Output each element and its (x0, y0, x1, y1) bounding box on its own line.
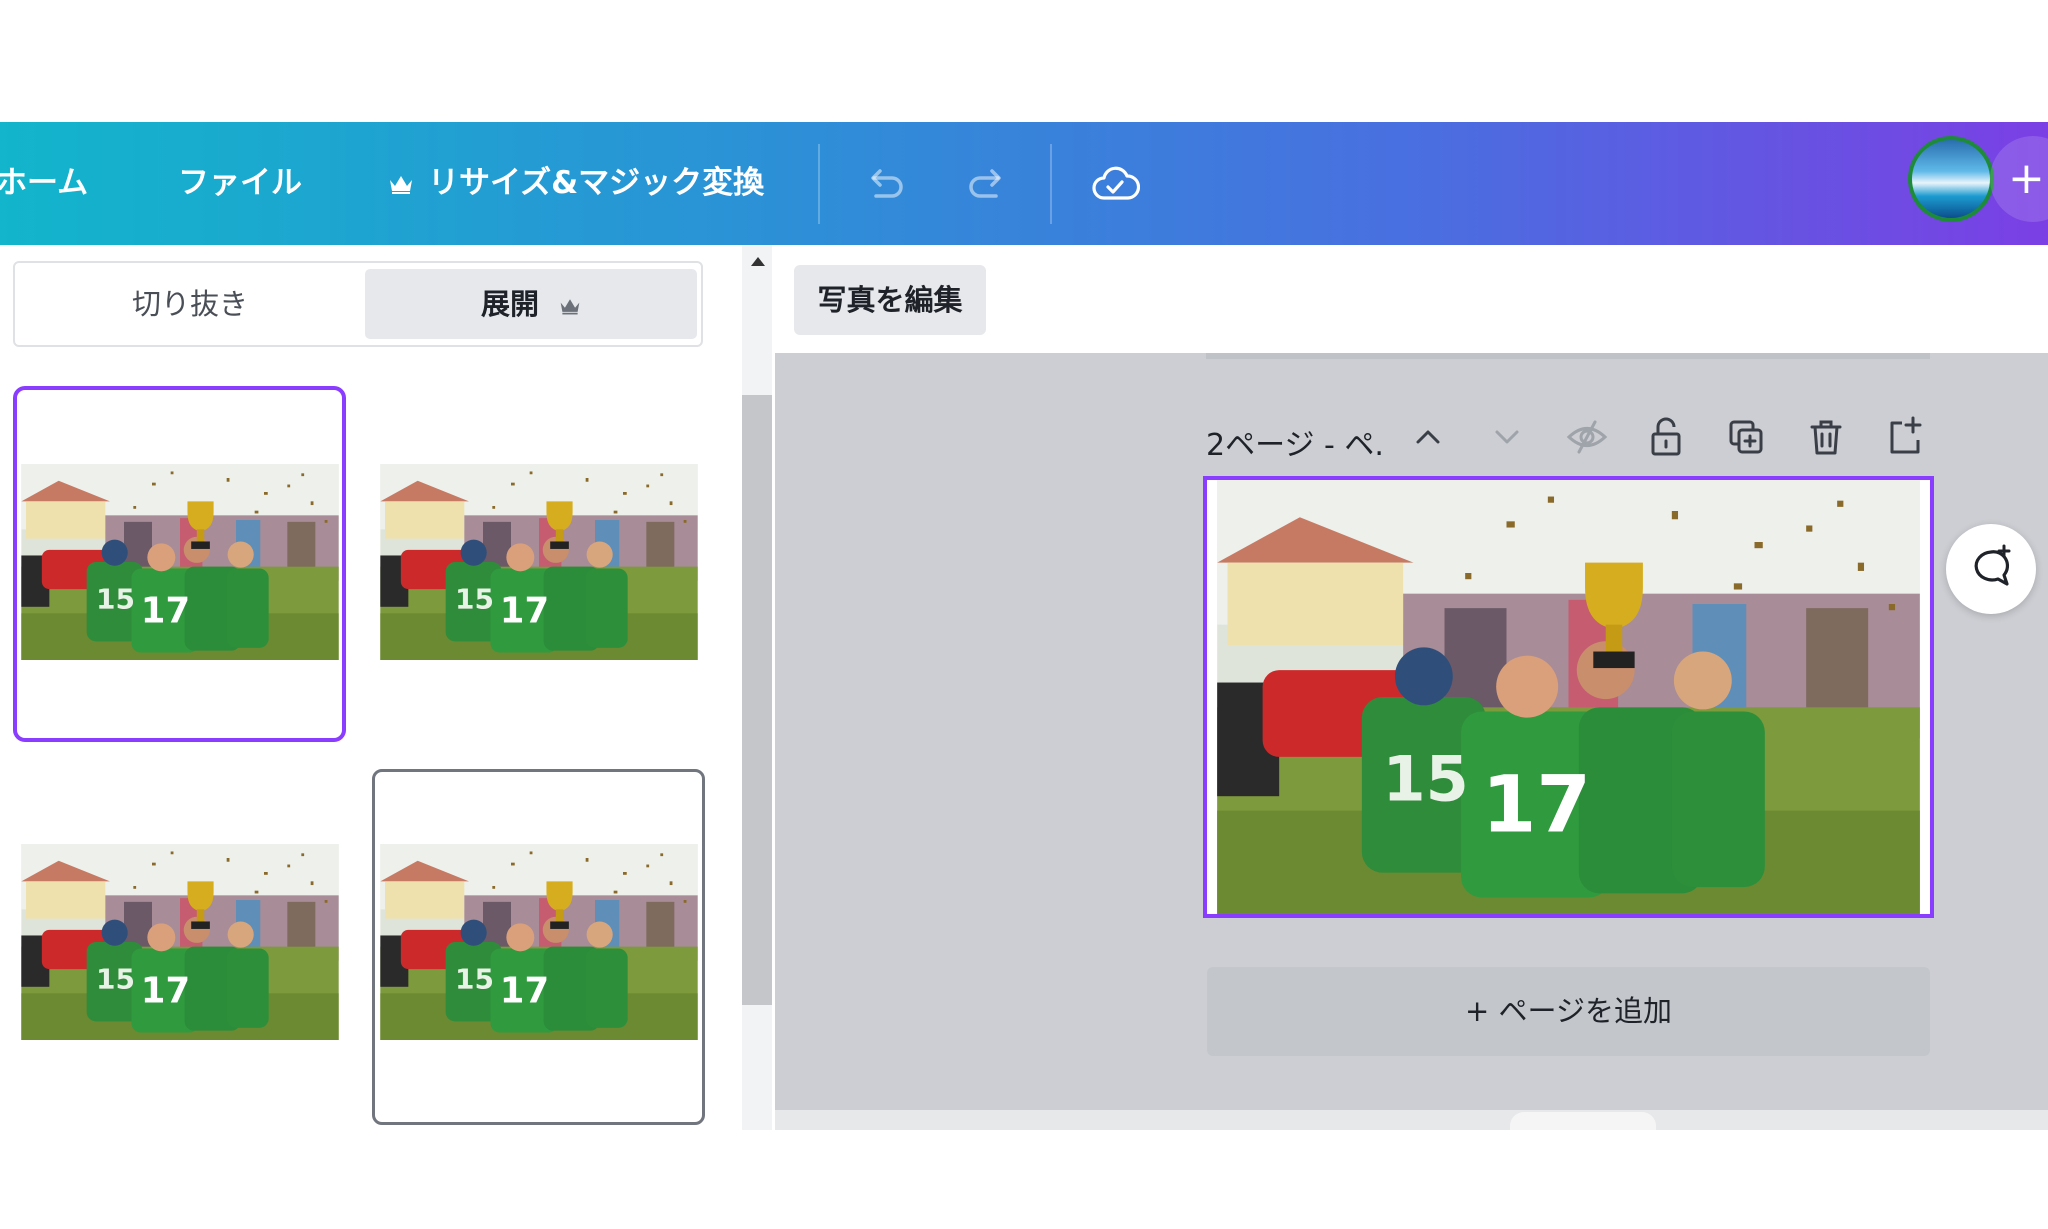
photo-thumbnail (21, 464, 339, 660)
hide-icon[interactable] (1562, 412, 1612, 462)
result-thumbnail[interactable] (13, 386, 346, 742)
trash-icon[interactable] (1801, 412, 1851, 462)
crown-icon (390, 175, 412, 194)
home-menu[interactable]: ホーム (0, 122, 88, 245)
result-thumbnail[interactable] (13, 769, 346, 1125)
context-toolbar: 写真を編集 (772, 245, 2048, 353)
chevron-down-icon[interactable] (1482, 412, 1532, 462)
photo-thumbnail (380, 464, 698, 660)
scroll-thumb[interactable] (742, 395, 772, 1005)
result-thumbnail[interactable] (372, 769, 705, 1125)
add-comment-button[interactable] (1946, 524, 2036, 614)
photo-thumbnail (380, 844, 698, 1040)
file-menu[interactable]: ファイル (178, 122, 302, 245)
side-panel: 切り抜き 展開 (0, 245, 742, 1130)
chevron-up-icon[interactable] (1403, 412, 1453, 462)
duplicate-icon[interactable] (1721, 412, 1771, 462)
tab-expand[interactable]: 展開 (365, 269, 697, 339)
plus-icon[interactable]: + (1990, 136, 2048, 222)
tab-crop[interactable]: 切り抜き (15, 263, 365, 345)
page-title[interactable]: 2ページ - ペ. (1206, 420, 1384, 464)
cloud-saved-icon[interactable] (1090, 160, 1140, 210)
resize-magic-switch-label: リサイズ&マジック変換 (428, 165, 765, 201)
top-toolbar: ホーム ファイル リサイズ&マジック変換 + (0, 122, 2048, 245)
redo-icon[interactable] (962, 160, 1012, 210)
add-page-icon[interactable] (1880, 412, 1930, 462)
avatar[interactable] (1908, 136, 1994, 222)
photo-thumbnail (21, 844, 339, 1040)
scroll-up-arrow[interactable] (751, 257, 765, 266)
add-page-button[interactable]: + ページを追加 (1207, 967, 1930, 1056)
toolbar-divider (1050, 144, 1052, 224)
undo-icon[interactable] (860, 160, 910, 210)
resize-magic-switch-menu[interactable]: リサイズ&マジック変換 (388, 122, 764, 245)
previous-page-edge (1206, 353, 1930, 359)
lock-icon[interactable] (1641, 412, 1691, 462)
comment-plus-icon (1974, 544, 2011, 586)
segmented-control: 切り抜き 展開 (13, 261, 703, 347)
design-page[interactable] (1203, 476, 1934, 918)
crown-icon (560, 299, 580, 315)
horizontal-scrollbar[interactable] (775, 1110, 2048, 1130)
edit-photo-button[interactable]: 写真を編集 (794, 265, 986, 335)
result-thumbnail[interactable] (372, 386, 705, 742)
toolbar-divider (818, 144, 820, 224)
bottom-area (0, 1130, 2048, 1229)
page-photo (1217, 480, 1920, 914)
panel-scrollbar[interactable] (742, 245, 772, 1130)
tab-expand-label: 展開 (480, 287, 539, 321)
